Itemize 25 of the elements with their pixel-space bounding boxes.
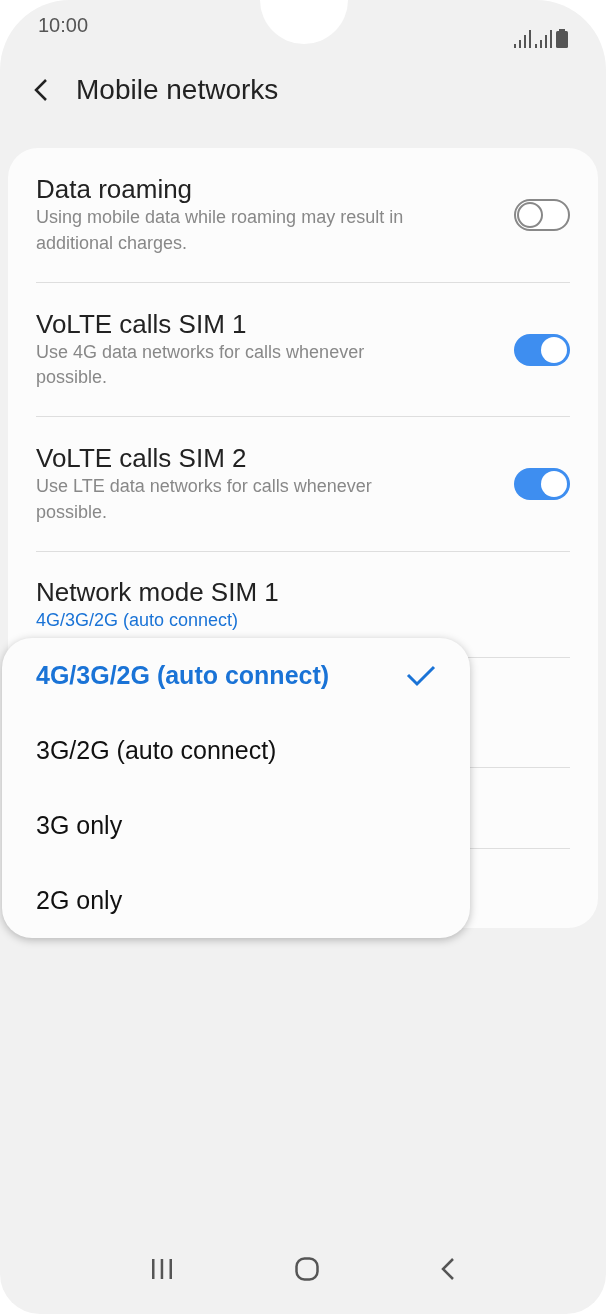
toggle-switch[interactable] (514, 333, 570, 366)
toggle-switch[interactable] (514, 468, 570, 500)
setting-description: Use LTE data networks for calls whenever possible. (36, 475, 373, 524)
back-icon[interactable] (441, 1257, 455, 1281)
menu-option[interactable]: 4G/3G/2G (auto connect) (2, 638, 470, 713)
setting-description: Use 4G data networks for calls whenever possible. (36, 340, 366, 390)
status-time: 10:00 (38, 13, 89, 38)
signal-icon (514, 30, 531, 48)
menu-option[interactable]: 2G only (2, 863, 470, 938)
setting-title: VoLTE calls SIM 2 (36, 443, 248, 475)
recent-apps-icon[interactable] (151, 1259, 173, 1279)
setting-title: Network mode SIM 1 (36, 577, 280, 609)
page-title: Mobile networks (76, 73, 279, 107)
signal-icon (535, 30, 552, 48)
setting-description: Using mobile data while roaming may result in additional charges. (36, 206, 405, 255)
battery-icon (556, 29, 568, 48)
menu-option[interactable]: 3G/2G (auto connect) (2, 713, 470, 788)
setting-value: 4G/3G/2G (auto connect) (36, 610, 240, 632)
menu-option[interactable]: 3G only (2, 788, 470, 863)
toggle-switch[interactable] (514, 199, 570, 231)
home-icon[interactable] (295, 1257, 319, 1281)
check-icon (406, 664, 436, 687)
setting-title: Data roaming (36, 174, 194, 206)
setting-title: VoLTE calls SIM 1 (36, 308, 248, 340)
back-icon[interactable] (34, 78, 48, 102)
